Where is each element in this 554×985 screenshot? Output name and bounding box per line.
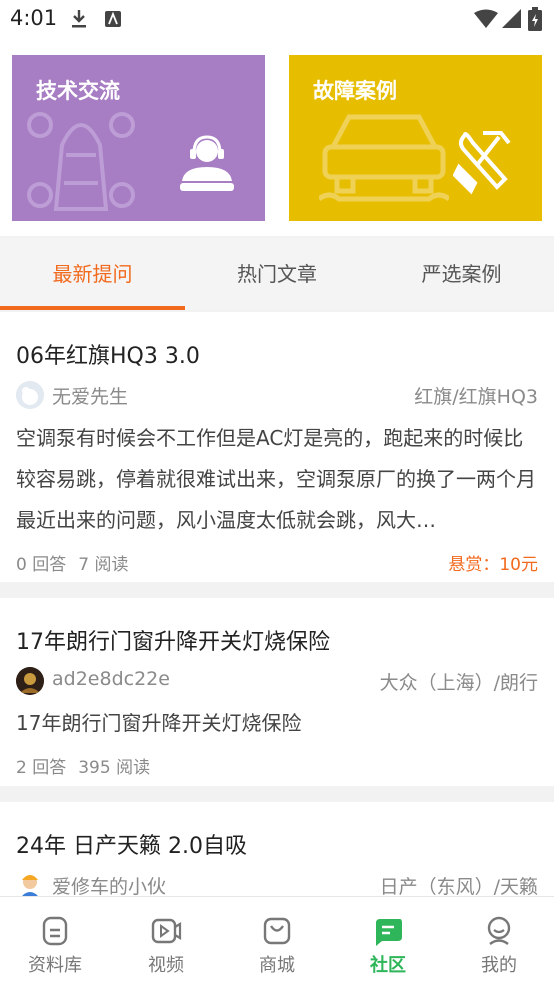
nav-label: 社区 — [370, 955, 406, 976]
book-icon — [42, 916, 68, 946]
banner-section: 技术交流 故障案例 — [0, 40, 554, 236]
post-category: 日产（东风）/天籁 — [379, 876, 538, 898]
read-count: 395 阅读 — [78, 758, 151, 778]
post-stats: 0 回答 7 阅读 — [16, 550, 140, 575]
status-bar: 4:01 — [0, 0, 554, 40]
post-stats: 2 回答 395 阅读 — [16, 753, 162, 778]
bottom-navigation: 资料库 视频 商城 社区 我的 — [0, 896, 554, 985]
post-title: 06年红旗HQ3 3.0 — [16, 344, 200, 369]
nav-label: 资料库 — [28, 955, 82, 976]
nav-label: 视频 — [148, 955, 184, 976]
download-icon — [70, 8, 88, 34]
fault-case-title: 故障案例 — [313, 79, 397, 103]
fault-case-card[interactable]: 故障案例 — [289, 55, 542, 221]
post-card[interactable]: 06年红旗HQ3 3.0 无爱先生 红旗/红旗HQ3 空调泵有时候会不工作但是A… — [0, 312, 554, 582]
answer-count: 2 回答 — [16, 758, 67, 778]
post-title: 24年 日产天籁 2.0自吸 — [16, 834, 247, 859]
battery-icon — [528, 7, 542, 35]
post-card[interactable]: 17年朗行门窗升降开关灯烧保险 ad2e8dc22e 大众（上海）/朗行 17年… — [0, 598, 554, 786]
signal-icon — [502, 9, 522, 33]
avatar — [16, 667, 44, 695]
nav-label: 我的 — [481, 955, 517, 976]
post-category: 大众（上海）/朗行 — [379, 672, 538, 694]
tech-exchange-card[interactable]: 技术交流 — [12, 55, 265, 221]
wifi-icon — [474, 9, 498, 33]
avatar — [16, 381, 44, 409]
nav-item-community[interactable]: 社区 — [333, 897, 443, 985]
nav-item-video[interactable]: 视频 — [111, 897, 221, 985]
active-tab-indicator — [0, 306, 185, 310]
answer-count: 0 回答 — [16, 555, 67, 575]
car-background-icon — [27, 112, 135, 211]
video-icon — [151, 918, 182, 944]
post-username[interactable]: 爱修车的小伙 — [52, 872, 166, 899]
post-category: 红旗/红旗HQ3 — [414, 386, 538, 408]
post-title: 17年朗行门窗升降开关灯烧保险 — [16, 630, 330, 655]
post-body: 17年朗行门窗升降开关灯烧保险 — [16, 711, 302, 735]
tab-hot-articles[interactable]: 热门文章 — [185, 238, 369, 310]
broken-car-background-icon — [319, 114, 449, 202]
post-username[interactable]: 无爱先生 — [52, 382, 128, 409]
tab-selected-cases[interactable]: 严选案例 — [369, 238, 554, 310]
app-notification-icon — [104, 10, 122, 32]
support-agent-icon — [180, 135, 234, 191]
read-count: 7 阅读 — [78, 555, 129, 575]
post-body: 空调泵有时候会不工作但是AC灯是亮的，跑起来的时候比较容易跳，停着就很难试出来，… — [16, 426, 536, 532]
reward-badge: 悬赏：10元 — [448, 555, 538, 575]
status-time: 4:01 — [10, 6, 58, 30]
tab-latest-questions[interactable]: 最新提问 — [0, 238, 185, 310]
content-tabs: 最新提问 热门文章 严选案例 — [0, 238, 554, 310]
wrench-tools-icon — [453, 131, 511, 195]
post-card[interactable]: 24年 日产天籁 2.0自吸 爱修车的小伙 日产（东风）/天籁 — [0, 802, 554, 899]
bag-icon — [263, 917, 291, 945]
nav-item-mall[interactable]: 商城 — [222, 897, 332, 985]
post-username[interactable]: ad2e8dc22e — [52, 668, 170, 690]
chat-icon — [376, 919, 402, 946]
nav-item-profile[interactable]: 我的 — [444, 897, 554, 985]
nav-label: 商城 — [259, 955, 295, 976]
profile-icon — [487, 916, 511, 945]
avatar — [16, 870, 44, 898]
nav-item-database[interactable]: 资料库 — [0, 897, 110, 985]
tech-exchange-title: 技术交流 — [36, 79, 120, 103]
